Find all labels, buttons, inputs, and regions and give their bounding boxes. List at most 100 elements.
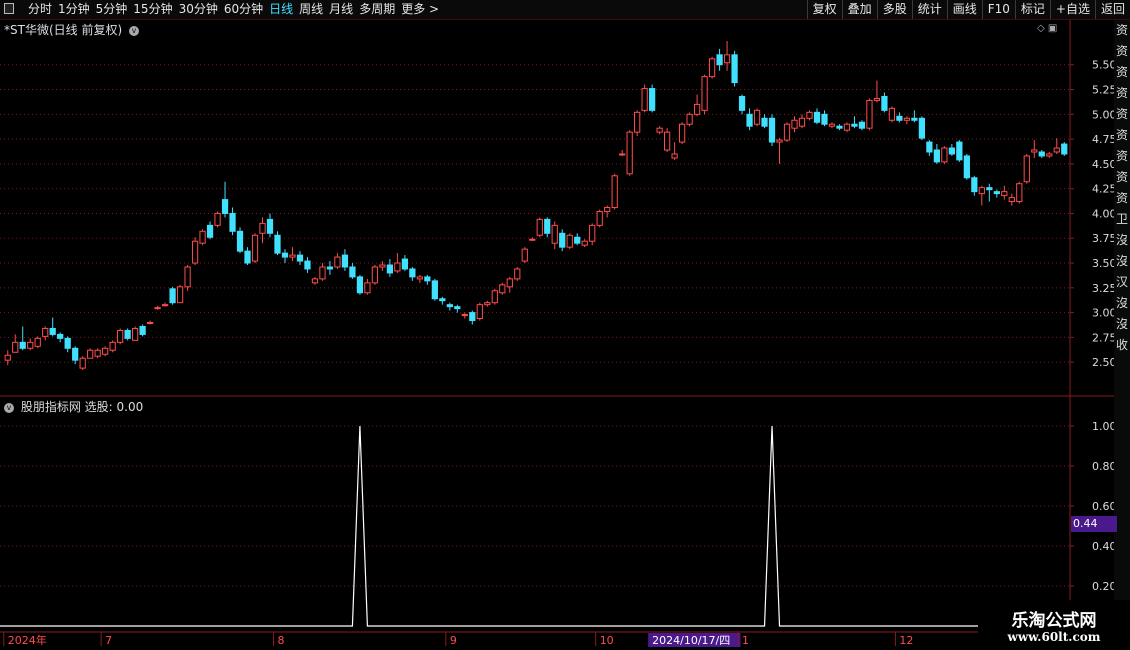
tab-1[interactable]: 1分钟 [55, 0, 93, 19]
strip-char: 沒 [1115, 296, 1128, 310]
toolbar-button-6[interactable]: 标记 [1014, 0, 1050, 19]
candle-body [236, 230, 244, 252]
date-label: 12 [899, 634, 913, 647]
candle-body [34, 337, 41, 347]
toolbar-button-0[interactable]: 复权 [806, 0, 842, 19]
candle-body [798, 117, 806, 127]
strip-char: 沒 [1115, 317, 1128, 331]
candle-body [169, 288, 176, 304]
candle-body [911, 117, 918, 121]
candle-body [514, 268, 521, 280]
toolbar-button-1[interactable]: 叠加 [841, 0, 877, 19]
candle-body [941, 147, 948, 163]
candle-body [461, 314, 468, 317]
candle-body [12, 341, 19, 353]
candle-body [199, 230, 206, 244]
candle-body [117, 329, 124, 343]
candle-body [664, 131, 671, 151]
candle-body [626, 131, 633, 175]
tab-6[interactable]: 日线 [266, 0, 296, 19]
candle-body [993, 191, 1000, 195]
price-tick-label: 5.00 [1092, 108, 1114, 121]
tab-3[interactable]: 15分钟 [130, 0, 175, 19]
candle-body [364, 282, 371, 294]
tab-2[interactable]: 5分钟 [93, 0, 131, 19]
tab-0[interactable]: 分时 [25, 0, 55, 19]
tab-8[interactable]: 月线 [326, 0, 356, 19]
date-label: 9 [450, 634, 457, 647]
candle-body [506, 278, 513, 288]
candle-body [903, 117, 911, 121]
candle-body [581, 240, 588, 246]
candle-body [566, 234, 573, 248]
tab-9[interactable]: 多周期 [356, 0, 398, 19]
candle-body [394, 262, 401, 272]
strip-char: 资 [1115, 107, 1128, 121]
candle-body [176, 286, 184, 304]
strip-char: 汉 [1115, 275, 1128, 289]
candle-body [753, 109, 761, 125]
window-menu-icon[interactable] [4, 3, 14, 14]
tab-5[interactable]: 60分钟 [221, 0, 266, 19]
date-label: 7 [105, 634, 112, 647]
candle-body [701, 76, 708, 111]
candle-body [604, 207, 611, 212]
strip-char: 资 [1115, 65, 1128, 79]
tab-4[interactable]: 30分钟 [176, 0, 221, 19]
candle-body [334, 256, 341, 268]
candle-body [933, 149, 940, 163]
candle-body [401, 258, 408, 270]
candle-body [87, 349, 94, 359]
crosshair-value-label: 0.44 [1071, 516, 1117, 532]
candle-body [476, 304, 483, 320]
candle-body [866, 99, 873, 129]
candle-body [828, 123, 836, 127]
candle-body [446, 304, 453, 308]
candle-body [574, 236, 581, 244]
candle-body [836, 125, 843, 129]
candle-body [649, 88, 656, 111]
candle-body [206, 224, 214, 238]
candle-body [424, 276, 431, 282]
toolbar-button-4[interactable]: 画线 [946, 0, 982, 19]
indicator-tick-label: 0.40 [1092, 540, 1114, 553]
candle-body [596, 210, 603, 226]
toolbar-button-3[interactable]: 统计 [911, 0, 947, 19]
price-tick-label: 5.25 [1092, 84, 1114, 97]
tab-7[interactable]: 周线 [296, 0, 326, 19]
candle-body [161, 304, 169, 307]
candle-body [738, 95, 746, 111]
candle-body [1008, 197, 1015, 203]
candle-body [304, 260, 311, 270]
candle-body [266, 218, 274, 234]
toolbar-button-5[interactable]: F10 [981, 0, 1015, 19]
candle-body [986, 187, 993, 191]
candle-body [109, 341, 116, 351]
candle-body [693, 103, 701, 115]
candle-body [589, 224, 596, 242]
price-tick-label: 3.00 [1092, 307, 1114, 320]
strip-char: 资 [1115, 86, 1128, 100]
candle-body [783, 123, 791, 141]
candle-body [274, 234, 281, 254]
price-tick-label: 3.50 [1092, 257, 1114, 270]
tab-10[interactable]: 更多 > [398, 0, 442, 19]
candle-body [214, 212, 221, 226]
candle-body [641, 88, 648, 111]
candle-body [311, 278, 319, 284]
candle-body [296, 254, 304, 262]
candle-body [551, 224, 558, 244]
strip-char: 资 [1115, 191, 1128, 205]
kline-chart[interactable]: 5.50 5.25 5.00 4.75 4.50 4.25 4.00 3.75 3.50 3.25… [0, 20, 1114, 650]
candle-body [926, 141, 933, 153]
date-label: 1 [742, 634, 749, 647]
candle-body [978, 187, 985, 195]
toolbar-button-2[interactable]: 多股 [876, 0, 912, 19]
candle-body [858, 121, 866, 129]
candle-body [768, 117, 776, 143]
indicator-line [0, 425, 1070, 627]
toolbar-button-7[interactable]: +自选 [1049, 0, 1095, 19]
candle-body [1046, 153, 1053, 157]
toolbar-button-8[interactable]: 返回 [1094, 0, 1130, 19]
candle-body [326, 266, 334, 270]
